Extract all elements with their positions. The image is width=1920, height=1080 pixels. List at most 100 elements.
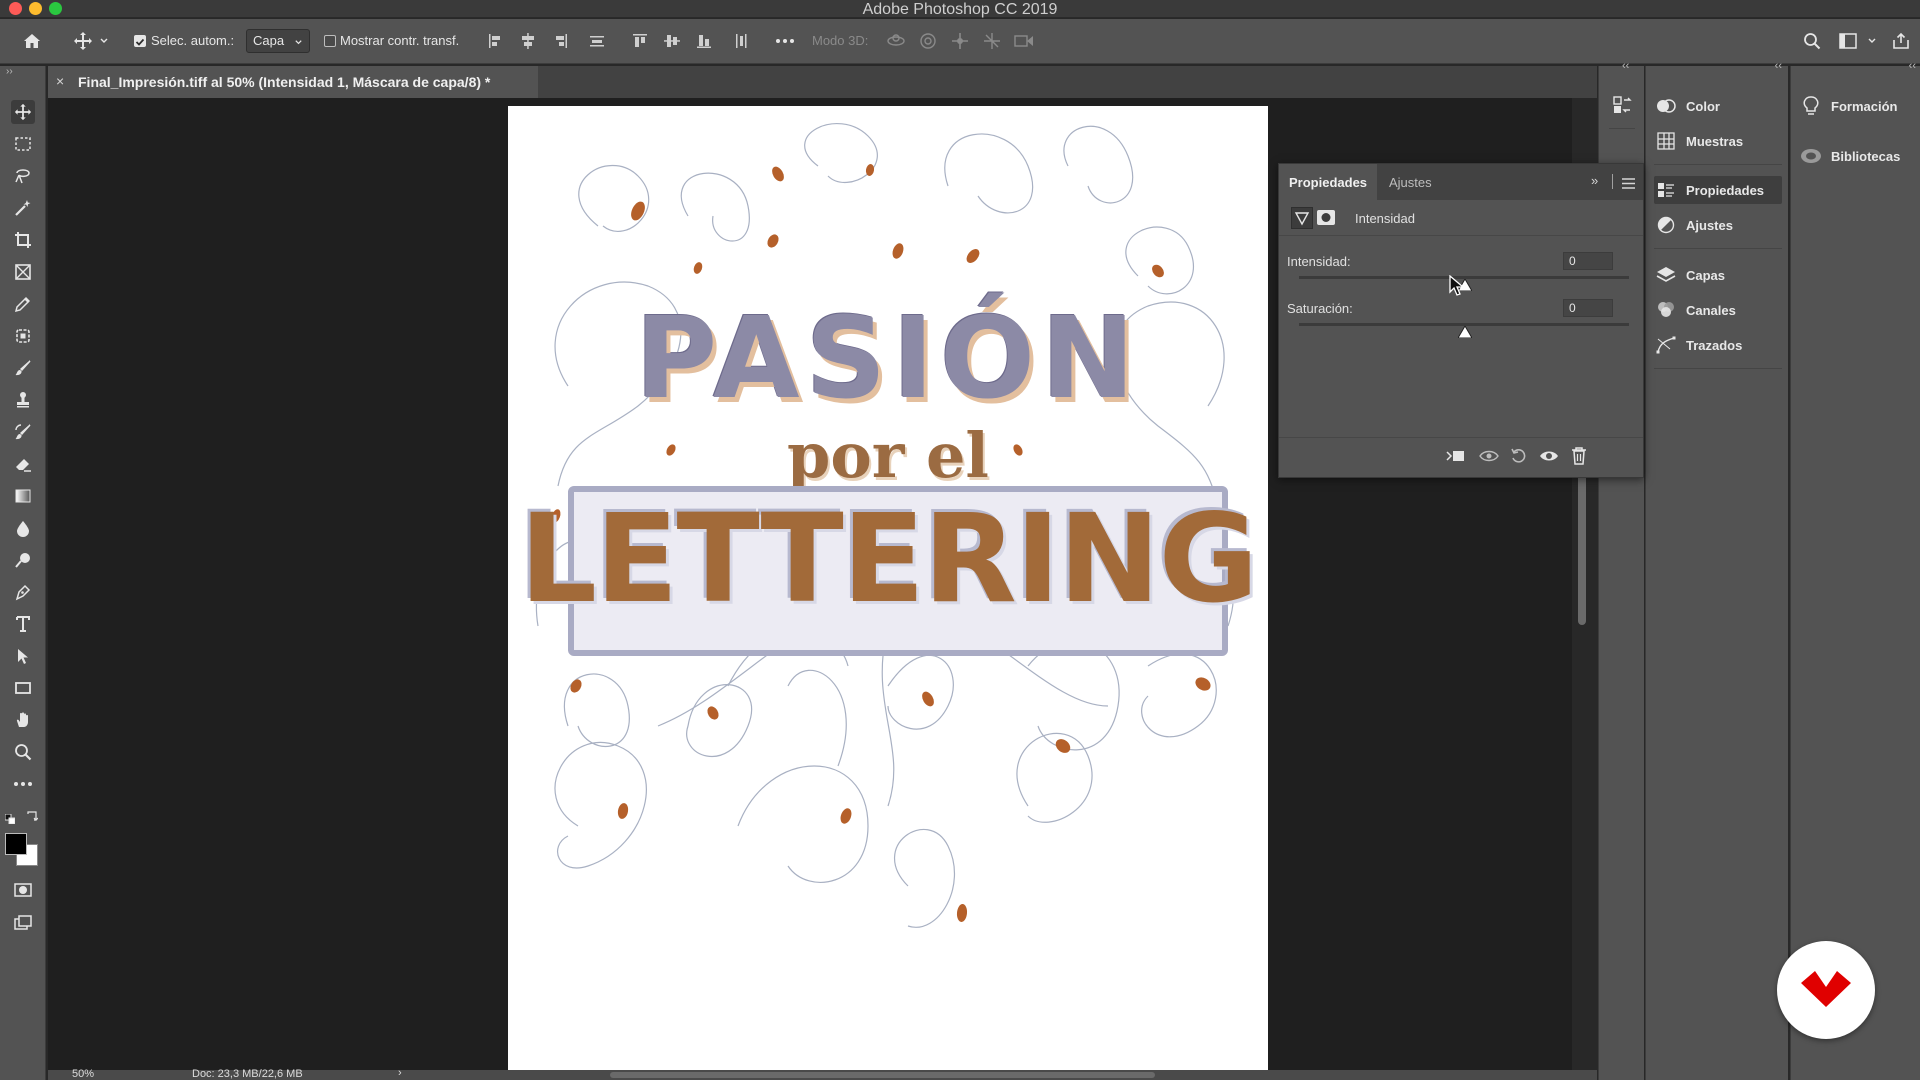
brush-tool-icon[interactable] bbox=[11, 356, 35, 380]
tab-adjustments[interactable]: Ajustes bbox=[1379, 164, 1442, 200]
pan-3d-icon[interactable] bbox=[949, 30, 971, 52]
orbit-3d-icon[interactable] bbox=[885, 30, 907, 52]
document-tab[interactable]: × Final_Impresión.tiff al 50% (Intensida… bbox=[48, 66, 538, 98]
dock-item-color[interactable]: Color bbox=[1654, 92, 1782, 120]
dock-item-paths[interactable]: Trazados bbox=[1654, 331, 1782, 359]
vibrance-value-field[interactable] bbox=[1563, 252, 1613, 270]
panel-expand-icon[interactable]: » bbox=[1591, 173, 1598, 188]
distribute-horizontal-icon[interactable] bbox=[586, 30, 608, 52]
layer-mask-icon[interactable] bbox=[1317, 210, 1335, 225]
magic-wand-tool-icon[interactable] bbox=[11, 196, 35, 220]
frame-tool-icon[interactable] bbox=[11, 260, 35, 284]
collapse-dock-icon[interactable]: ‹‹ bbox=[1909, 60, 1916, 72]
align-vertical-center-icon[interactable] bbox=[661, 30, 683, 52]
clone-stamp-tool-icon[interactable] bbox=[11, 388, 35, 412]
properties-panel-tabs: Propiedades Ajustes » bbox=[1279, 164, 1643, 200]
move-tool-icon[interactable] bbox=[11, 100, 35, 124]
spot-healing-tool-icon[interactable] bbox=[11, 324, 35, 348]
swap-colors-icon[interactable] bbox=[26, 809, 39, 821]
app-title: Adobe Photoshop CC 2019 bbox=[862, 1, 1058, 18]
auto-select-target-dropdown[interactable]: Capa bbox=[246, 29, 310, 53]
screen-mode-icon[interactable] bbox=[11, 911, 35, 935]
marquee-tool-icon[interactable] bbox=[11, 132, 35, 156]
clip-to-layer-icon[interactable] bbox=[1445, 446, 1465, 466]
saturation-slider-handle[interactable] bbox=[1457, 325, 1473, 339]
history-brush-tool-icon[interactable] bbox=[11, 420, 35, 444]
dock-item-channels[interactable]: Canales bbox=[1654, 296, 1782, 324]
quick-mask-icon[interactable] bbox=[11, 878, 35, 902]
edit-toolbar-icon[interactable] bbox=[11, 772, 35, 796]
collapse-panels-icon[interactable]: ‹‹ bbox=[1622, 60, 1629, 72]
align-top-icon[interactable] bbox=[629, 30, 651, 52]
delete-layer-icon[interactable] bbox=[1569, 446, 1589, 466]
pen-tool-icon[interactable] bbox=[11, 580, 35, 604]
show-transform-checkbox[interactable] bbox=[324, 35, 336, 47]
crop-tool-icon[interactable] bbox=[11, 228, 35, 252]
search-icon[interactable] bbox=[1801, 30, 1823, 52]
eraser-tool-icon[interactable] bbox=[11, 452, 35, 476]
blur-tool-icon[interactable] bbox=[11, 516, 35, 540]
panel-menu-icon[interactable] bbox=[1622, 176, 1635, 189]
paths-icon bbox=[1654, 333, 1678, 357]
reset-adjustments-icon[interactable] bbox=[1509, 446, 1529, 466]
align-left-icon[interactable] bbox=[485, 30, 507, 52]
align-right-icon[interactable] bbox=[549, 30, 571, 52]
dock-item-layers[interactable]: Capas bbox=[1654, 261, 1782, 289]
chevron-down-icon[interactable] bbox=[1866, 30, 1878, 52]
workspace-switcher-icon[interactable] bbox=[1837, 30, 1859, 52]
default-colors-icon[interactable] bbox=[4, 811, 16, 825]
artwork-line-2: por el bbox=[787, 419, 989, 492]
more-options-icon[interactable] bbox=[774, 30, 796, 52]
scale-3d-icon[interactable] bbox=[1013, 30, 1035, 52]
share-icon[interactable] bbox=[1890, 30, 1912, 52]
document-tab-title: Final_Impresión.tiff al 50% (Intensidad … bbox=[78, 74, 491, 90]
auto-select-checkbox[interactable] bbox=[134, 35, 146, 47]
home-icon[interactable] bbox=[21, 30, 43, 52]
dodge-tool-icon[interactable] bbox=[11, 548, 35, 572]
dock-item-swatches[interactable]: Muestras bbox=[1654, 127, 1782, 155]
zoom-tool-icon[interactable] bbox=[11, 740, 35, 764]
rectangle-tool-icon[interactable] bbox=[11, 676, 35, 700]
tab-properties[interactable]: Propiedades bbox=[1279, 164, 1378, 200]
status-menu-arrow-icon[interactable]: › bbox=[398, 1067, 402, 1079]
eyedropper-tool-icon[interactable] bbox=[11, 292, 35, 316]
lasso-tool-icon[interactable] bbox=[11, 164, 35, 188]
align-bottom-icon[interactable] bbox=[693, 30, 715, 52]
layers-icon bbox=[1654, 263, 1678, 287]
roll-3d-icon[interactable] bbox=[917, 30, 939, 52]
dock-item-libraries[interactable]: Bibliotecas bbox=[1799, 142, 1917, 170]
move-tool-preset-icon[interactable] bbox=[72, 30, 94, 52]
panel-dock-column-2: ‹‹ Formación Bibliotecas bbox=[1790, 60, 1920, 1080]
options-bar: Selec. autom.: Capa Mostrar contr. trans… bbox=[0, 19, 1920, 64]
dock-item-properties[interactable]: Propiedades bbox=[1654, 176, 1782, 204]
view-previous-state-icon[interactable] bbox=[1479, 446, 1499, 466]
type-tool-icon[interactable] bbox=[11, 612, 35, 636]
dock-item-label: Canales bbox=[1686, 302, 1736, 318]
collapse-dock-icon[interactable]: ‹‹ bbox=[1775, 60, 1782, 72]
close-tab-icon[interactable]: × bbox=[56, 73, 64, 89]
hand-tool-icon[interactable] bbox=[11, 708, 35, 732]
path-selection-tool-icon[interactable] bbox=[11, 644, 35, 668]
slide-3d-icon[interactable] bbox=[981, 30, 1003, 52]
foreground-color-swatch[interactable] bbox=[5, 833, 27, 855]
collapse-toolbar-icon[interactable]: ›› bbox=[6, 66, 13, 77]
dock-item-adjustments[interactable]: Ajustes bbox=[1654, 211, 1782, 239]
lightbulb-icon bbox=[1799, 94, 1823, 118]
align-horizontal-center-icon[interactable] bbox=[517, 30, 539, 52]
history-icon[interactable] bbox=[1611, 94, 1633, 116]
panel-divider bbox=[1612, 174, 1613, 189]
dock-group-separator bbox=[1654, 368, 1782, 369]
chevron-down-icon[interactable] bbox=[98, 30, 110, 52]
zoom-level[interactable]: 50% bbox=[72, 1068, 94, 1080]
dock-item-learn[interactable]: Formación bbox=[1799, 92, 1917, 120]
brand-logo-badge bbox=[1777, 941, 1875, 1039]
distribute-vertical-icon[interactable] bbox=[730, 30, 752, 52]
gradient-tool-icon[interactable] bbox=[11, 484, 35, 508]
toggle-visibility-icon[interactable] bbox=[1539, 446, 1559, 466]
document-canvas[interactable]: PASIÓN por el LETTERING bbox=[508, 106, 1268, 1070]
document-info[interactable]: Doc: 23,3 MB/22,6 MB bbox=[192, 1068, 303, 1080]
artwork-line-1: PASIÓN bbox=[635, 294, 1141, 424]
saturation-value-field[interactable] bbox=[1563, 299, 1613, 317]
horizontal-scrollbar[interactable] bbox=[610, 1072, 1155, 1078]
mode-3d-label: Modo 3D: bbox=[812, 33, 869, 48]
